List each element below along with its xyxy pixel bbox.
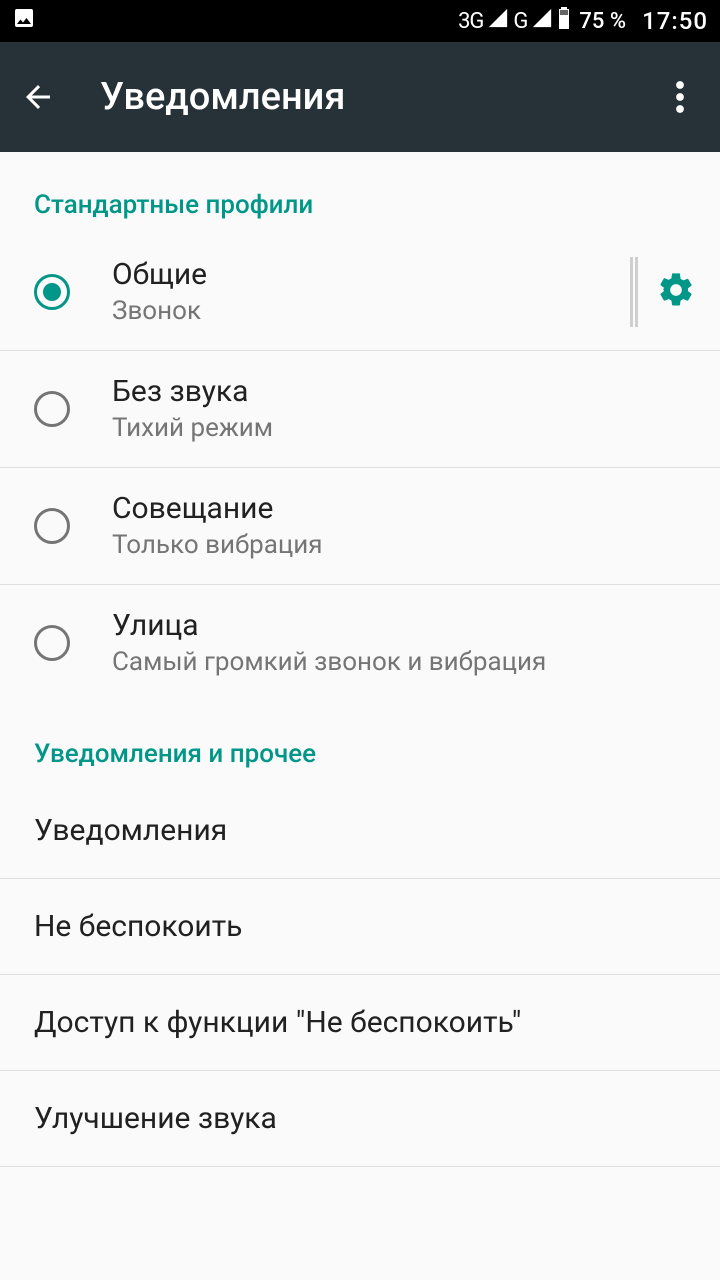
signal-1-icon [487,7,509,35]
profile-subtitle: Звонок [112,294,630,328]
profile-subtitle: Самый громкий звонок и вибрация [112,645,696,679]
profile-title: Совещание [112,490,696,528]
battery-percent: 75 % [579,9,626,34]
notifications-item[interactable]: Уведомления [0,783,720,878]
radio-selected-icon[interactable] [34,274,70,310]
network-2-label: G [513,9,527,34]
profile-subtitle: Только вибрация [112,528,696,562]
profile-title: Улица [112,607,696,645]
profile-title: Без звука [112,373,696,411]
status-bar: 3G G 75 % 17:50 [0,0,720,42]
back-button[interactable] [20,79,64,115]
profile-row[interactable]: Без звука Тихий режим [0,351,720,467]
radio-unselected-icon[interactable] [34,391,70,427]
settings-button[interactable] [656,270,696,314]
profile-row[interactable]: Совещание Только вибрация [0,468,720,584]
app-bar: Уведомления [0,42,720,152]
picture-icon [12,6,36,36]
page-title: Уведомления [100,75,660,119]
signal-2-icon [531,7,553,35]
battery-icon [557,6,571,36]
sound-improvement-item[interactable]: Улучшение звука [0,1071,720,1166]
profile-title: Общие [112,256,630,294]
drag-handle-icon[interactable] [630,257,638,327]
section-other-header: Уведомления и прочее [0,701,720,783]
profile-subtitle: Тихий режим [112,411,696,445]
content: Стандартные профили Общие Звонок Без зву… [0,152,720,1167]
profile-row[interactable]: Улица Самый громкий звонок и вибрация [0,585,720,701]
profile-row[interactable]: Общие Звонок [0,234,720,350]
network-1-label: 3G [458,9,483,34]
section-profiles-header: Стандартные профили [0,152,720,234]
dnd-item[interactable]: Не беспокоить [0,879,720,974]
dnd-access-item[interactable]: Доступ к функции "Не беспокоить" [0,975,720,1070]
more-button[interactable] [660,79,700,115]
radio-unselected-icon[interactable] [34,508,70,544]
clock-time: 17:50 [642,7,708,35]
radio-unselected-icon[interactable] [34,625,70,661]
divider [0,1166,720,1167]
